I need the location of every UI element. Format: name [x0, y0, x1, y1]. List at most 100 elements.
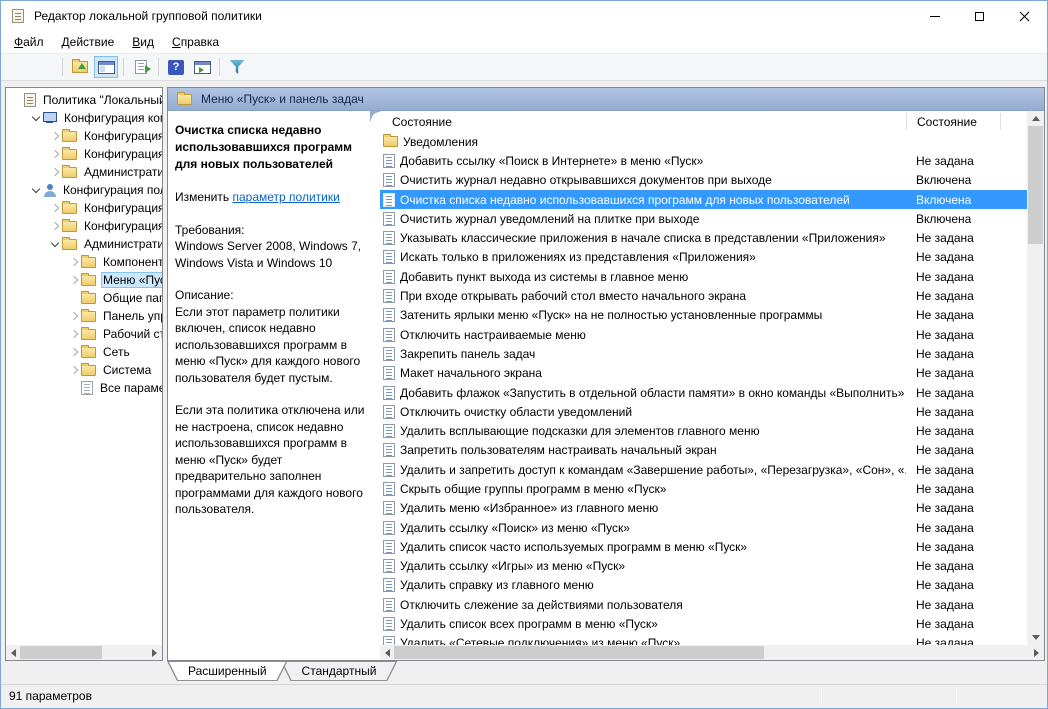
policy-row[interactable]: Запретить пользователям настраивать нача… — [380, 441, 1027, 460]
policy-row[interactable]: Удалить ссылку «Поиск» из меню «Пуск»Не … — [380, 518, 1027, 537]
scroll-down-arrow[interactable] — [1027, 630, 1044, 645]
chevron-right-icon[interactable] — [48, 165, 62, 179]
policy-row[interactable]: Скрыть общие группы программ в меню «Пус… — [380, 479, 1027, 498]
scroll-thumb[interactable] — [394, 646, 764, 659]
policy-row[interactable]: Добавить флажок «Запустить в отдельной о… — [380, 383, 1027, 402]
chevron-right-icon[interactable] — [67, 327, 81, 341]
policy-row[interactable]: Закрепить панель задачНе задана — [380, 344, 1027, 363]
policy-row[interactable]: Удалить «Сетевые подключения» из меню «П… — [380, 634, 1027, 645]
policy-row[interactable]: Добавить пункт выхода из системы в главн… — [380, 267, 1027, 286]
tree-item[interactable]: Сеть — [6, 343, 162, 361]
chevron-down-icon[interactable] — [29, 111, 43, 125]
tree-item[interactable]: Административн — [6, 163, 162, 181]
policy-name: Удалить список часто используемых програ… — [400, 540, 906, 554]
minimize-button[interactable] — [912, 2, 957, 31]
policy-row[interactable]: Добавить ссылку «Поиск в Интернете» в ме… — [380, 151, 1027, 170]
menu-help[interactable]: Справка — [163, 33, 228, 51]
edit-policy-link[interactable]: параметр политики — [232, 190, 339, 204]
policy-row[interactable]: Удалить справку из главного менюНе задан… — [380, 576, 1027, 595]
policy-row[interactable]: Удалить ссылку «Игры» из меню «Пуск»Не з… — [380, 557, 1027, 576]
tree-item[interactable]: Политика "Локальный — [6, 91, 162, 109]
chevron-right-icon[interactable] — [67, 363, 81, 377]
filter-icon[interactable] — [225, 56, 249, 78]
tree-item[interactable]: Конфигурация поль — [6, 181, 162, 199]
tree-item[interactable]: Все параметр — [6, 379, 162, 397]
show-console-tree-icon[interactable] — [94, 56, 118, 78]
policy-row[interactable]: Удалить меню «Избранное» из главного мен… — [380, 499, 1027, 518]
scroll-right-arrow[interactable] — [147, 645, 162, 660]
tree-item[interactable]: Рабочий сто — [6, 325, 162, 343]
chevron-right-icon[interactable] — [48, 201, 62, 215]
show-window-icon[interactable] — [190, 56, 214, 78]
policy-row[interactable]: Макет начального экранаНе задана — [380, 364, 1027, 383]
scroll-right-arrow[interactable] — [1029, 645, 1044, 660]
chevron-right-icon[interactable] — [67, 309, 81, 323]
policy-name: Удалить «Сетевые подключения» из меню «П… — [400, 636, 906, 645]
chevron-right-icon[interactable] — [67, 255, 81, 269]
scroll-left-arrow[interactable] — [6, 645, 21, 660]
policy-row[interactable]: Указывать классические приложения в нача… — [380, 228, 1027, 247]
help-icon[interactable]: ? — [164, 56, 188, 78]
policy-row[interactable]: Удалить список часто используемых програ… — [380, 537, 1027, 556]
close-button[interactable] — [1002, 2, 1047, 31]
policy-row[interactable]: Очистка списка недавно использовавшихся … — [380, 190, 1027, 209]
tree-item[interactable]: Конфигурация п — [6, 127, 162, 145]
chevron-right-icon[interactable] — [48, 129, 62, 143]
scroll-thumb[interactable] — [1028, 126, 1043, 244]
tree-item[interactable]: Общие папки — [6, 289, 162, 307]
policy-state: Не задана — [906, 270, 1001, 284]
policy-row[interactable]: Отключить настраиваемые менюНе задана — [380, 325, 1027, 344]
chevron-down-icon[interactable] — [48, 237, 62, 251]
tree-item-label: Конфигурация W — [82, 218, 162, 234]
policy-row[interactable]: Отключить очистку области уведомленийНе … — [380, 402, 1027, 421]
tab-standard[interactable]: Стандартный — [281, 661, 398, 681]
menu-view[interactable]: Вид — [123, 33, 163, 51]
policy-row[interactable]: Уведомления — [380, 132, 1027, 151]
tab-extended[interactable]: Расширенный — [167, 661, 288, 681]
back-icon[interactable] — [7, 56, 31, 78]
maximize-button[interactable] — [957, 2, 1002, 31]
policy-row[interactable]: Удалить список всех программ в меню «Пус… — [380, 614, 1027, 633]
up-one-level-icon — [72, 61, 88, 73]
tree-item[interactable]: Панель упра — [6, 307, 162, 325]
tree-item[interactable]: Конфигурация п — [6, 199, 162, 217]
tree-item[interactable]: Административн — [6, 235, 162, 253]
chevron-right-icon[interactable] — [67, 345, 81, 359]
tree-item[interactable]: Конфигурация W — [6, 217, 162, 235]
policy-row[interactable]: Очистить журнал уведомлений на плитке пр… — [380, 209, 1027, 228]
app-icon[interactable] — [12, 9, 24, 23]
up-one-level-icon[interactable] — [68, 56, 92, 78]
chevron-right-icon[interactable] — [67, 273, 81, 287]
policy-row[interactable]: Очистить журнал недавно открывавшихся до… — [380, 171, 1027, 190]
policy-row[interactable]: Затенить ярлыки меню «Пуск» на не полнос… — [380, 306, 1027, 325]
scroll-left-arrow[interactable] — [380, 645, 395, 660]
tree-item[interactable]: Конфигурация комп — [6, 109, 162, 127]
policy-row[interactable]: Отключить слежение за действиями пользов… — [380, 595, 1027, 614]
menu-action[interactable]: Действие — [53, 33, 124, 51]
menu-file[interactable]: Файл — [5, 33, 53, 51]
chevron-right-icon[interactable] — [48, 147, 62, 161]
tree-item-label: Панель упра — [101, 308, 162, 324]
scroll-up-arrow[interactable] — [1027, 111, 1044, 126]
chevron-right-icon[interactable] — [48, 219, 62, 233]
folder-icon — [62, 167, 77, 178]
forward-icon[interactable] — [33, 56, 57, 78]
policy-row[interactable]: Удалить и запретить доступ к командам «З… — [380, 460, 1027, 479]
tree-item[interactable]: Конфигурация W — [6, 145, 162, 163]
export-list-icon[interactable] — [129, 56, 153, 78]
tree-item[interactable]: Компоненты — [6, 253, 162, 271]
policy-row[interactable]: При входе открывать рабочий стол вместо … — [380, 286, 1027, 305]
tree-item[interactable]: Система — [6, 361, 162, 379]
toolbar: ? — [1, 53, 1047, 81]
tree-item[interactable]: Меню «Пуск — [6, 271, 162, 289]
policy-row[interactable]: Удалить всплывающие подсказки для элемен… — [380, 421, 1027, 440]
scroll-thumb[interactable] — [20, 646, 102, 659]
policy-state: Не задана — [906, 366, 1001, 380]
chevron-down-icon[interactable] — [29, 183, 43, 197]
column-header-setting[interactable]: Состояние — [380, 115, 906, 129]
policy-name: Удалить всплывающие подсказки для элемен… — [400, 424, 906, 438]
policy-state: Не задана — [906, 482, 1001, 496]
policy-row[interactable]: Искать только в приложениях из представл… — [380, 248, 1027, 267]
column-header-state[interactable]: Состояние — [906, 113, 1001, 130]
policy-icon — [383, 540, 395, 554]
